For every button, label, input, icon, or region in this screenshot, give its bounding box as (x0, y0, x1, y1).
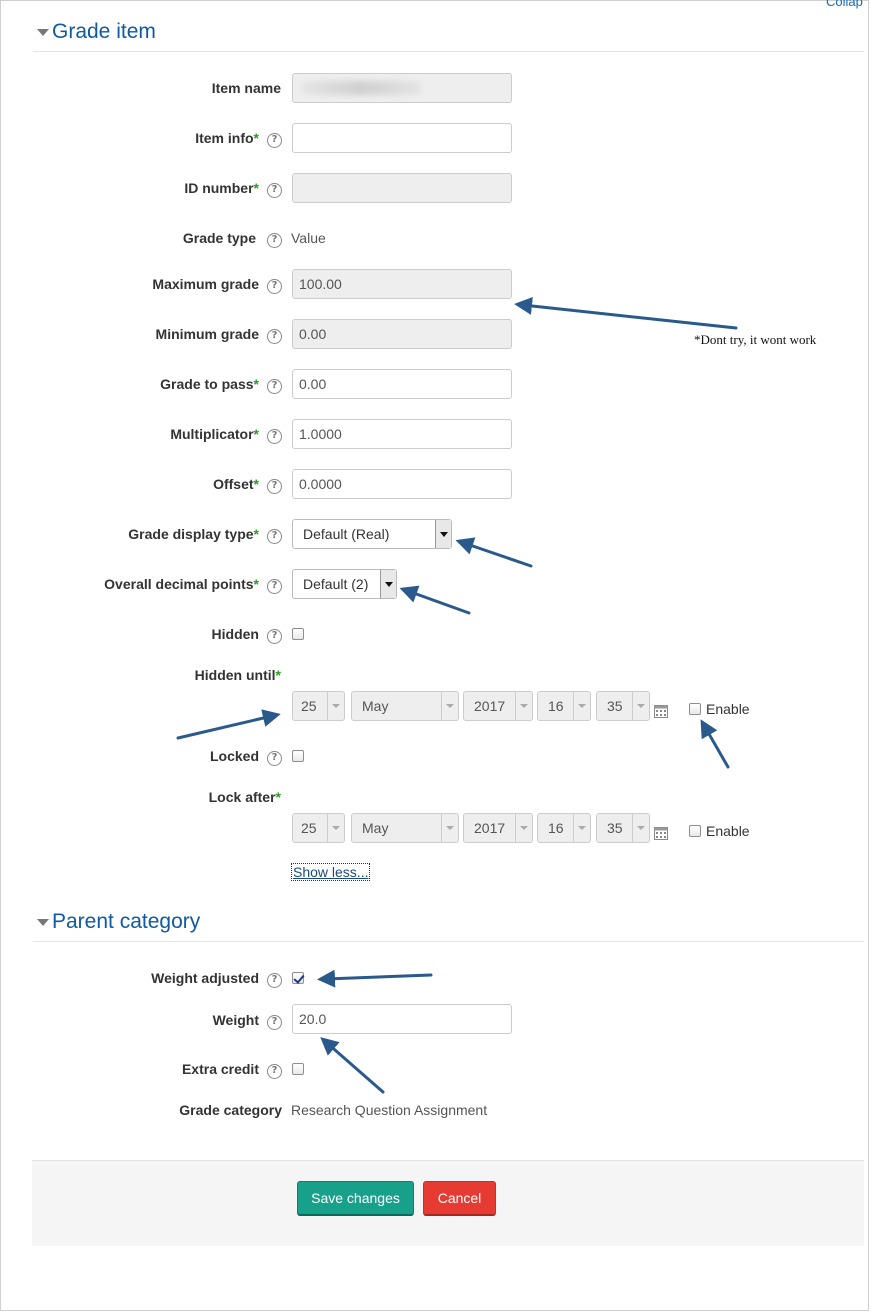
arrow-maximum-grade (514, 297, 738, 330)
arrow-overall-decimal-points (399, 585, 471, 615)
arrow-grade-display-type (455, 537, 533, 568)
arrow-hidden-until (176, 709, 281, 740)
arrow-weight-adjusted (317, 969, 433, 988)
annotation-arrows (176, 297, 738, 1094)
arrow-weight (320, 1037, 385, 1094)
arrow-hidden-until-enable (700, 719, 730, 769)
